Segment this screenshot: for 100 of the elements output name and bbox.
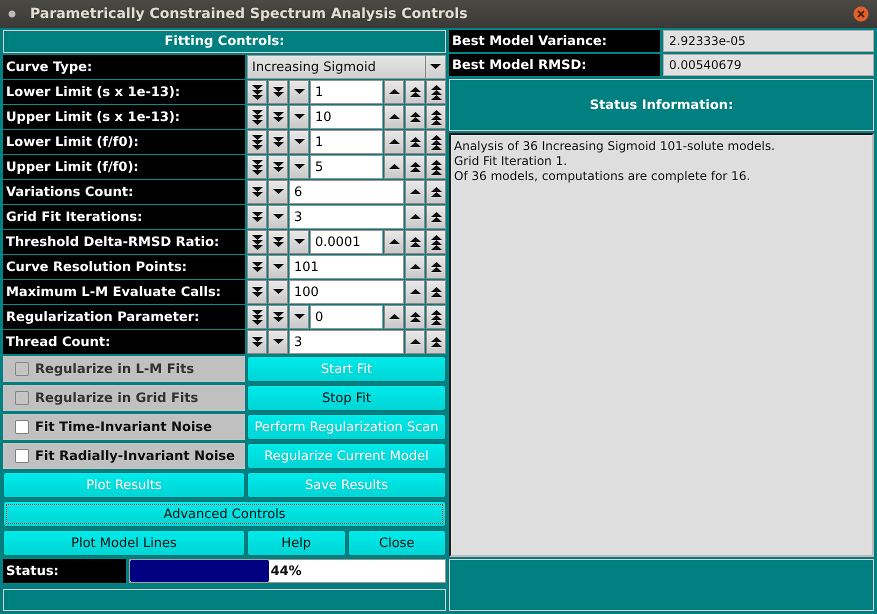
checkbox-option[interactable]: Fit Time-Invariant Noise	[3, 414, 245, 440]
decrement-button[interactable]	[289, 155, 309, 179]
increment-button[interactable]	[384, 80, 404, 104]
increment-button[interactable]	[426, 330, 446, 354]
decrement-button[interactable]	[268, 305, 288, 329]
increment-button[interactable]	[405, 305, 425, 329]
decrement-button[interactable]	[247, 105, 267, 129]
parameter-label: Variations Count:	[3, 180, 245, 204]
decrement-button[interactable]	[247, 180, 267, 204]
decrement-button[interactable]	[247, 155, 267, 179]
decrement-button[interactable]	[247, 305, 267, 329]
increment-button[interactable]	[405, 130, 425, 154]
decrement-button[interactable]	[268, 105, 288, 129]
close-icon[interactable]	[853, 6, 869, 22]
decrement-button[interactable]	[268, 280, 288, 304]
increment-button[interactable]	[384, 230, 404, 254]
decrement-button[interactable]	[247, 130, 267, 154]
value-field[interactable]: 5	[310, 155, 383, 179]
increment-button[interactable]	[405, 330, 425, 354]
action-button[interactable]: Plot Model Lines	[3, 530, 245, 556]
increment-button[interactable]	[426, 80, 446, 104]
action-button[interactable]: Close	[348, 530, 446, 556]
increment-button[interactable]	[426, 155, 446, 179]
up-arrow-icon	[410, 112, 420, 122]
progress-reading: 44%	[270, 564, 302, 578]
increment-button[interactable]	[405, 205, 425, 229]
decrement-button[interactable]	[247, 205, 267, 229]
window-title: Parametrically Constrained Spectrum Analysis Controls	[30, 6, 469, 22]
decrement-button[interactable]	[268, 180, 288, 204]
value-field[interactable]: 6	[289, 180, 404, 204]
up-arrow-icon	[430, 336, 442, 348]
up-arrow-icon	[430, 262, 442, 272]
decrement-button[interactable]	[289, 105, 309, 129]
increment-button[interactable]	[426, 305, 446, 329]
up-arrow-icon	[410, 214, 420, 220]
action-button[interactable]: Stop Fit	[247, 385, 446, 411]
decrement-button[interactable]	[268, 205, 288, 229]
value-field[interactable]: 1	[310, 130, 383, 154]
increment-button[interactable]	[384, 105, 404, 129]
increment-button[interactable]	[405, 280, 425, 304]
value-field[interactable]: 3	[289, 205, 404, 229]
decrement-button[interactable]	[247, 230, 267, 254]
increment-button[interactable]	[426, 205, 446, 229]
decrement-button[interactable]	[289, 80, 309, 104]
decrement-button[interactable]	[268, 130, 288, 154]
value-field[interactable]: 3	[289, 330, 404, 354]
increment-button[interactable]	[426, 130, 446, 154]
decrement-button[interactable]	[247, 330, 267, 354]
advanced-controls-button[interactable]: Advanced Controls	[3, 501, 446, 527]
parameter-label: Upper Limit (s x 1e-13):	[3, 105, 245, 129]
increment-button[interactable]	[405, 105, 425, 129]
curve-type-dropdown[interactable]: Increasing Sigmoid	[247, 55, 446, 79]
result-label: Best Model Variance:	[449, 30, 660, 52]
increment-button[interactable]	[384, 130, 404, 154]
up-arrow-icon	[388, 164, 400, 170]
up-arrow-icon	[410, 136, 420, 148]
up-arrow-icon	[430, 286, 442, 298]
increment-button[interactable]	[426, 230, 446, 254]
decrement-button[interactable]	[268, 155, 288, 179]
value-field[interactable]: 0.0001	[310, 230, 383, 254]
checkbox-option[interactable]: Fit Radially-Invariant Noise	[3, 443, 245, 469]
decrement-button[interactable]	[268, 230, 288, 254]
value-field[interactable]: 1	[310, 80, 383, 104]
parameter-label: Upper Limit (f/f0):	[3, 155, 245, 179]
increment-button[interactable]	[405, 155, 425, 179]
down-arrow-icon	[252, 160, 262, 174]
increment-button[interactable]	[405, 80, 425, 104]
down-arrow-icon	[252, 310, 262, 324]
increment-button[interactable]	[405, 230, 425, 254]
value-field[interactable]: 100	[289, 280, 404, 304]
window-menu-icon[interactable]	[8, 10, 16, 18]
decrement-button[interactable]	[289, 230, 309, 254]
up-arrow-icon	[388, 139, 400, 145]
increment-button[interactable]	[426, 105, 446, 129]
value-field[interactable]: 10	[310, 105, 383, 129]
decrement-button[interactable]	[247, 80, 267, 104]
action-button[interactable]: Help	[247, 530, 346, 556]
down-arrow-icon	[252, 186, 262, 198]
decrement-button[interactable]	[289, 130, 309, 154]
decrement-button[interactable]	[268, 80, 288, 104]
increment-button[interactable]	[426, 255, 446, 279]
decrement-button[interactable]	[247, 280, 267, 304]
decrement-button[interactable]	[268, 330, 288, 354]
down-arrow-icon	[252, 212, 262, 222]
value-field[interactable]: 101	[289, 255, 404, 279]
decrement-button[interactable]	[268, 255, 288, 279]
increment-button[interactable]	[426, 180, 446, 204]
decrement-button[interactable]	[247, 255, 267, 279]
increment-button[interactable]	[426, 280, 446, 304]
down-arrow-icon	[272, 236, 284, 248]
down-arrow-icon	[294, 114, 304, 120]
increment-button[interactable]	[405, 255, 425, 279]
status-line: Grid Fit Iteration 1.	[454, 154, 568, 169]
increment-button[interactable]	[405, 180, 425, 204]
decrement-button[interactable]	[289, 305, 309, 329]
down-arrow-icon	[272, 339, 284, 345]
up-arrow-icon	[410, 189, 420, 195]
increment-button[interactable]	[384, 155, 404, 179]
increment-button[interactable]	[384, 305, 404, 329]
value-field[interactable]: 0	[310, 305, 383, 329]
